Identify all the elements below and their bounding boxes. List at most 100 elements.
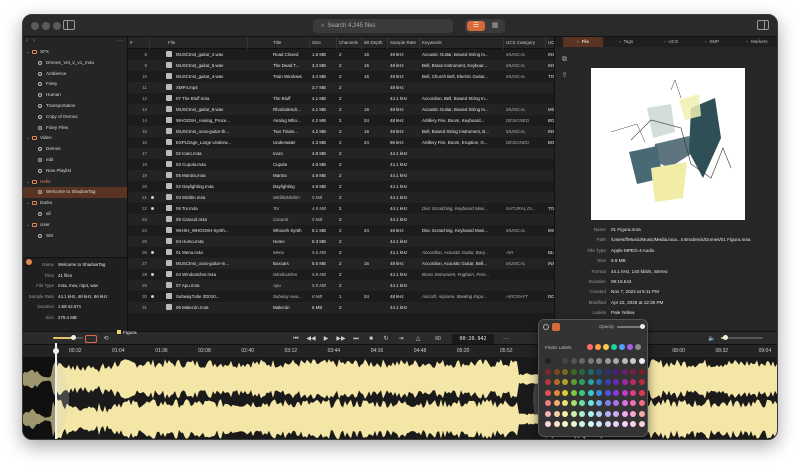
color-swatch[interactable] <box>613 368 619 375</box>
color-swatch[interactable] <box>613 358 619 364</box>
table-row[interactable]: 26 01 Menu.m4a Menu 5.6 MB 2 44.1 kHz Accordio… <box>128 247 554 258</box>
sidebar-item[interactable]: Foley Files <box>23 123 127 134</box>
color-swatch[interactable] <box>570 421 577 427</box>
color-swatch[interactable] <box>553 358 560 364</box>
column-header[interactable]: Bit Depth <box>362 37 388 49</box>
color-swatch[interactable] <box>553 410 560 417</box>
sidebar-item[interactable]: Ambience <box>23 69 127 80</box>
color-swatch[interactable] <box>545 410 551 417</box>
color-swatch[interactable] <box>570 358 577 364</box>
record-icon[interactable] <box>85 335 97 343</box>
sidebar-item[interactable]: Foley <box>23 79 127 90</box>
finder-label-swatch[interactable] <box>595 344 601 350</box>
column-header[interactable]: # <box>128 37 150 49</box>
table-row[interactable]: 30 SubwayTube 3D010... Subway Awa... 6 MB 1 2… <box>128 291 554 302</box>
sidebar-item[interactable]: Transportation <box>23 101 127 112</box>
color-swatch[interactable] <box>587 379 594 385</box>
column-header[interactable]: Keywords <box>420 37 504 49</box>
sidebar-item[interactable]: all <box>23 209 127 220</box>
color-swatch[interactable] <box>553 389 560 396</box>
color-swatch[interactable] <box>579 389 585 396</box>
color-swatch[interactable] <box>579 400 585 406</box>
tab-xmp[interactable]: ▫ XMP <box>695 37 729 47</box>
color-swatch[interactable] <box>579 410 585 417</box>
table-row[interactable]: 20 02 Daylighting.m4a Daylighting 4.9 MB 2 44… <box>128 181 554 192</box>
table-row[interactable]: 27 MUSCInst_ocva-guitar-m... Boxcars 5.5 MB… <box>128 258 554 269</box>
view-mode-segmented-control[interactable]: ☰ ▦ <box>465 19 505 33</box>
sidebar-item[interactable]: ⌄ Video <box>23 133 127 144</box>
sidebar-item[interactable]: Copy of Demos <box>23 112 127 123</box>
inspector-toggle-icon[interactable] <box>757 20 769 30</box>
color-swatch[interactable] <box>638 400 645 406</box>
color-swatch[interactable] <box>604 400 611 406</box>
palette-icon[interactable] <box>552 323 560 331</box>
table-row[interactable]: 24 WHSH_WHOOSH-Synth... Whoosh Synth 5.1 MB… <box>128 225 554 236</box>
finder-label-swatch[interactable] <box>619 344 625 350</box>
color-swatch[interactable] <box>596 400 602 406</box>
sidebar-item[interactable]: SM <box>23 231 127 242</box>
copy-icon[interactable]: ⧉ <box>560 55 569 64</box>
search-input[interactable]: ⌕ Search 4,245 files <box>313 19 453 33</box>
table-row[interactable]: 18 03 Cupola.m4a Cupola 4.8 MB 2 44.1 kHz <box>128 159 554 170</box>
table-row[interactable]: 29 07 Apu.m4a Apu 5.9 MB 2 44.1 kHz <box>128 280 554 291</box>
color-swatch[interactable] <box>596 421 602 427</box>
color-swatch[interactable] <box>579 421 585 427</box>
color-swatch[interactable] <box>613 389 619 396</box>
zoom-window-button[interactable] <box>53 22 61 30</box>
back-icon[interactable]: ‹ <box>26 38 28 44</box>
sidebar-item[interactable]: edit <box>23 155 127 166</box>
color-swatch[interactable] <box>630 379 636 385</box>
minimize-window-button[interactable] <box>42 22 50 30</box>
fast-forward-icon[interactable]: ▶▶ <box>336 334 346 344</box>
forward-icon[interactable]: › <box>33 38 35 44</box>
column-header[interactable]: File <box>166 37 248 49</box>
grid-icon[interactable]: ▦ <box>487 21 503 31</box>
import-icon[interactable]: ⇥ <box>396 334 406 344</box>
color-swatch[interactable] <box>545 389 551 396</box>
color-swatch[interactable] <box>638 358 645 364</box>
play-icon[interactable]: ▶ <box>321 334 331 344</box>
finder-label-swatch[interactable] <box>587 344 593 350</box>
color-swatch[interactable] <box>604 379 611 385</box>
table-row[interactable]: 28 04 Windcatcher.m4a Windcatcher 5.8 MB 2 44… <box>128 269 554 280</box>
color-swatch[interactable] <box>562 410 568 417</box>
table-row[interactable]: 11 XMP4.mp4 3.7 MB 2 48 kHz <box>128 82 554 93</box>
table-row[interactable]: 31 06 Malecón.m4a Malecón 6 MB 2 44.1 kHz <box>128 302 554 313</box>
table-row[interactable]: 9 MUSCInst_guitar_5.wav The Dead T... 3.3 M… <box>128 60 554 71</box>
tab-markers[interactable]: ▫ Markers <box>739 37 775 47</box>
color-swatch[interactable] <box>621 410 628 417</box>
table-row[interactable]: 14 WHOOSH_Analog_Proce... Analog Who... 4.2… <box>128 115 554 126</box>
color-swatch[interactable] <box>621 358 628 364</box>
sidebar-item[interactable]: ⌄ Darko <box>23 198 127 209</box>
table-row[interactable]: 17 02 Icaro.m4a Icaro 4.8 MB 2 44.1 kHz <box>128 148 554 159</box>
color-swatch[interactable] <box>604 358 611 364</box>
loop-icon[interactable]: ⟲ <box>101 334 111 344</box>
color-swatch[interactable] <box>545 379 551 385</box>
waveform-view[interactable]: 00:32 01:04 01:36 02:08 02:40 03:12 03:44 04:16… <box>23 343 777 439</box>
color-swatch[interactable] <box>596 379 602 385</box>
color-swatch[interactable] <box>630 368 636 375</box>
color-swatch[interactable] <box>570 400 577 406</box>
user-avatar[interactable] <box>26 259 32 265</box>
color-swatch[interactable] <box>638 410 645 417</box>
color-swatch[interactable] <box>638 389 645 396</box>
color-swatch[interactable] <box>621 400 628 406</box>
finder-label-swatch[interactable] <box>635 344 641 350</box>
more-options-icon[interactable]: ··· <box>501 334 511 344</box>
column-header[interactable]: Title <box>271 37 310 49</box>
sidebar-item[interactable]: ⌄ Hello <box>23 177 127 188</box>
color-swatch[interactable] <box>587 389 594 396</box>
table-row[interactable]: 23 05 Caracol.m4a Caracol 5 MB 2 44.1 kHz <box>128 214 554 225</box>
color-swatch[interactable] <box>562 379 568 385</box>
sidebar-item[interactable]: Drones_Vol_2_v1_m4a <box>23 58 127 69</box>
repeat-icon[interactable]: ↻ <box>381 334 391 344</box>
more-icon[interactable]: ··· <box>117 38 123 44</box>
color-swatch[interactable] <box>596 358 602 364</box>
color-swatch[interactable] <box>621 389 628 396</box>
metronome-icon[interactable]: △ <box>413 334 423 344</box>
color-swatch[interactable] <box>562 358 568 364</box>
table-row[interactable]: 8 MUSCInst_guitar_2.wav Road Closed 1.6 MB 2… <box>128 49 554 60</box>
color-swatch[interactable] <box>604 389 611 396</box>
color-swatch[interactable] <box>621 368 628 375</box>
metadata-value[interactable]: Pale Yellow <box>611 308 635 319</box>
